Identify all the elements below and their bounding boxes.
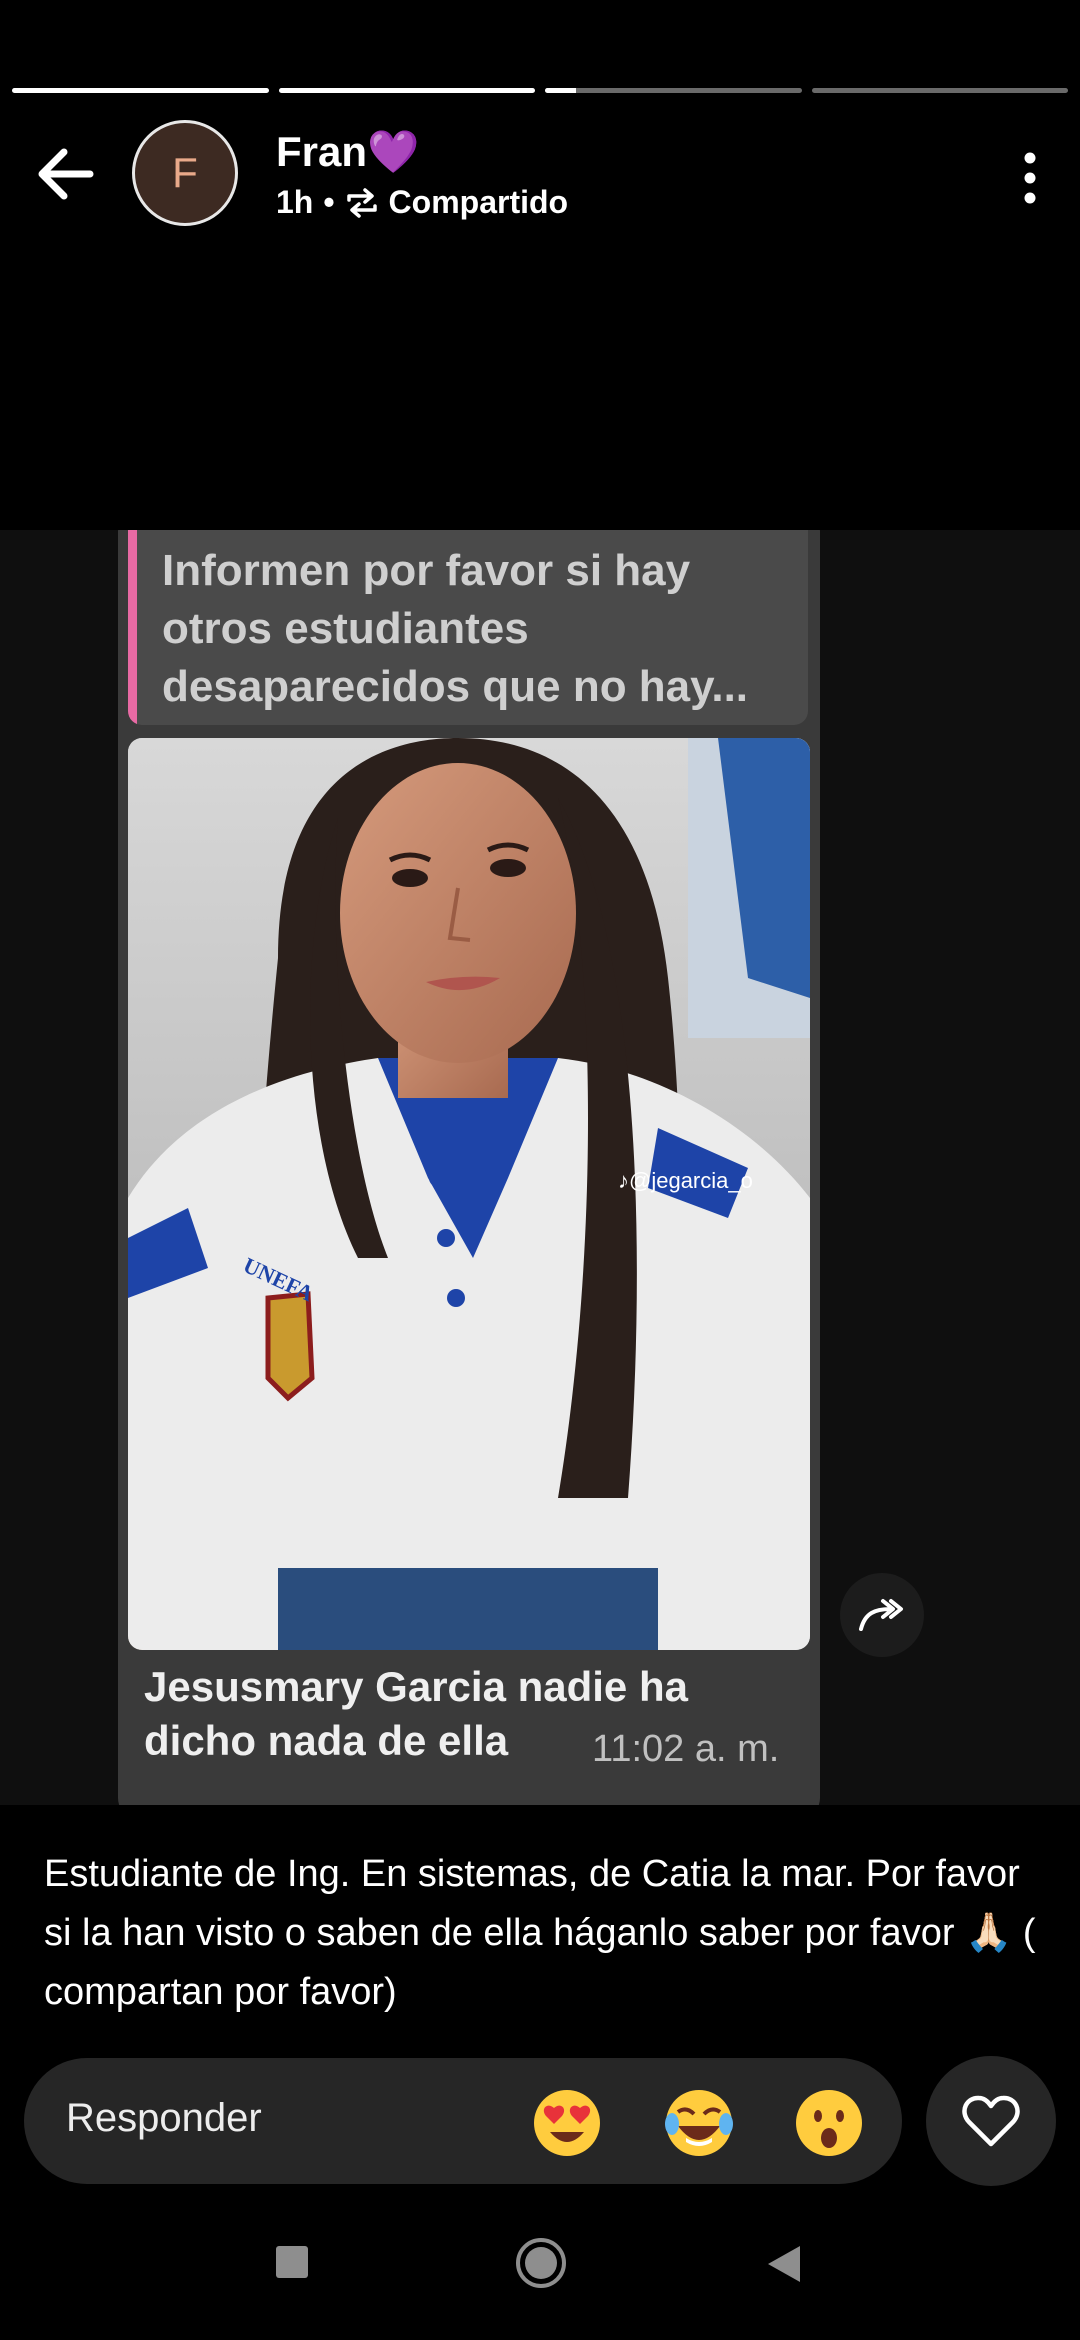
shared-label: Compartido xyxy=(388,184,569,220)
progress-fill xyxy=(278,88,535,93)
quoted-message: Informen por favor si hay otros estudian… xyxy=(128,530,808,725)
recents-icon[interactable] xyxy=(274,2244,310,2280)
story-description: Estudiante de Ing. En sistemas, de Catia… xyxy=(44,1853,1036,2013)
story-header: F Fran💜 1h • Compartido xyxy=(0,118,1080,232)
tiktok-watermark: ♪@jegarcia_o xyxy=(618,1168,753,1193)
progress-segment xyxy=(12,88,269,93)
heart-icon xyxy=(962,2095,1020,2147)
quote-accent-bar xyxy=(128,530,137,725)
story-meta: 1h • Compartido xyxy=(276,184,568,221)
home-icon[interactable] xyxy=(514,2236,568,2290)
back-triangle-icon[interactable] xyxy=(764,2244,804,2284)
meta-separator: • xyxy=(323,184,335,220)
shared-photo: UNEFA ♪@jegarcia_o xyxy=(128,738,810,1650)
progress-fill xyxy=(545,88,576,93)
system-navigation-bar xyxy=(0,2230,1080,2320)
progress-fill xyxy=(12,88,269,93)
repost-icon xyxy=(346,187,377,218)
quote-text: Informen por favor si hay otros estudian… xyxy=(162,546,749,711)
heart-eyes-emoji[interactable] xyxy=(532,2088,602,2158)
story-content[interactable]: Informen por favor si hay otros estudian… xyxy=(0,530,1080,1805)
laughing-tears-emoji[interactable] xyxy=(664,2088,734,2158)
more-vert-icon[interactable] xyxy=(1010,148,1050,208)
progress-segment xyxy=(811,88,1068,93)
avatar[interactable]: F xyxy=(132,120,238,226)
reply-placeholder: Responder xyxy=(66,2096,262,2140)
message-time: 11:02 a. m. xyxy=(592,1728,780,1770)
progress-segment xyxy=(545,88,802,93)
reply-input[interactable]: Responder xyxy=(24,2058,902,2184)
back-arrow-icon[interactable] xyxy=(30,142,100,206)
share-forward-icon xyxy=(859,1599,903,1631)
like-button[interactable] xyxy=(926,2056,1056,2186)
time-ago: 1h xyxy=(276,184,314,220)
story-progress xyxy=(12,88,1068,93)
surprised-emoji[interactable] xyxy=(794,2088,864,2158)
share-forward-button[interactable] xyxy=(840,1573,924,1657)
author-name[interactable]: Fran💜 xyxy=(276,128,419,177)
progress-segment xyxy=(278,88,535,93)
